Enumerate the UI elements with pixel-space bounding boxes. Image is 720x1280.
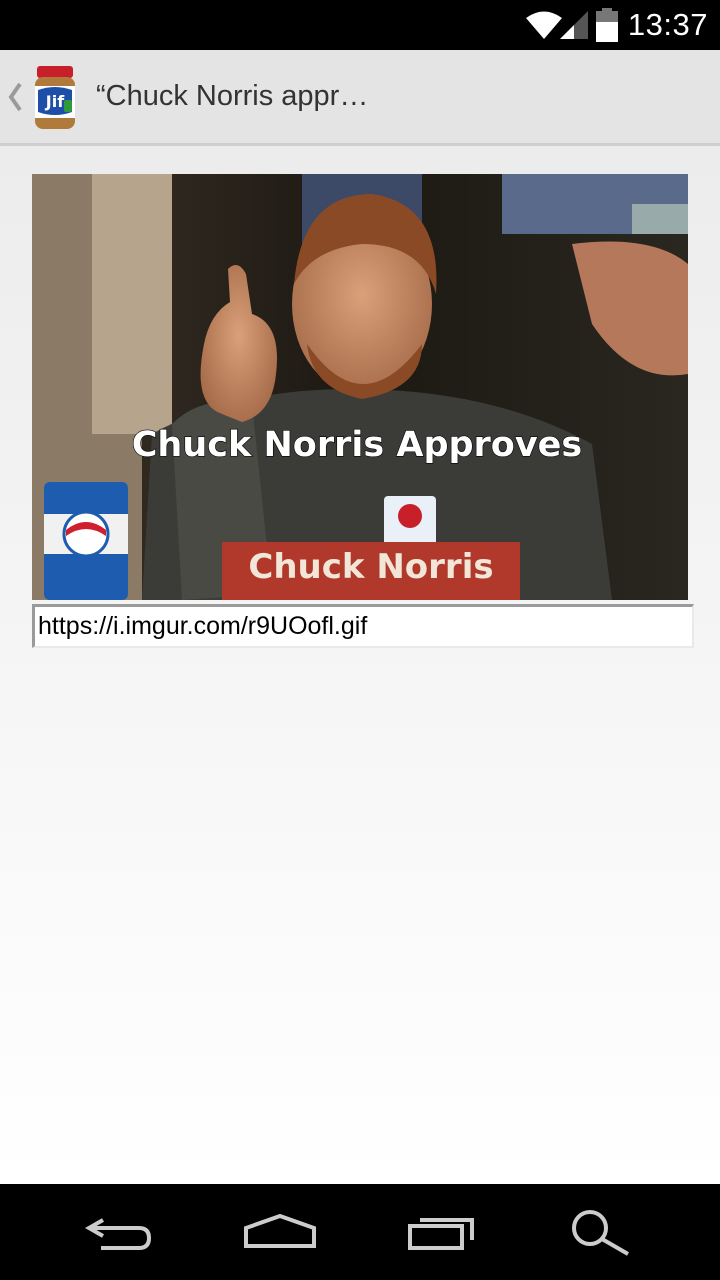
url-field[interactable]: https://i.imgur.com/r9UOofl.gif [32, 604, 694, 648]
content-area: Chuck Norris Chuck Norris Approves https… [0, 146, 720, 1184]
back-icon [85, 1218, 152, 1250]
gif-image[interactable]: Chuck Norris Chuck Norris Approves [32, 174, 688, 600]
home-button[interactable] [220, 1184, 340, 1280]
battery-icon [595, 8, 618, 42]
status-icons: 13:37 [524, 0, 708, 50]
svg-text:Jif: Jif [45, 92, 65, 111]
page-title: “Chuck Norris appr… [96, 80, 369, 112]
home-icon [244, 1213, 316, 1248]
recent-apps-icon [408, 1218, 474, 1250]
chevron-left-icon[interactable] [6, 81, 24, 113]
chuck-norris-image: Chuck Norris Chuck Norris Approves [32, 174, 688, 600]
jif-jar-icon[interactable]: Jif [34, 66, 76, 130]
clock: 13:37 [627, 7, 708, 42]
nameplate-text: Chuck Norris [248, 547, 493, 587]
action-bar: Jif “Chuck Norris appr… [0, 50, 720, 146]
back-button[interactable] [60, 1184, 180, 1280]
recent-apps-button[interactable] [382, 1184, 502, 1280]
signal-icon [559, 11, 588, 39]
status-bar: 13:37 [0, 0, 720, 50]
nav-bar [0, 1184, 720, 1280]
image-caption: Chuck Norris Approves [132, 425, 583, 465]
search-icon [572, 1210, 629, 1256]
search-button[interactable] [540, 1184, 660, 1280]
wifi-icon [525, 11, 562, 39]
